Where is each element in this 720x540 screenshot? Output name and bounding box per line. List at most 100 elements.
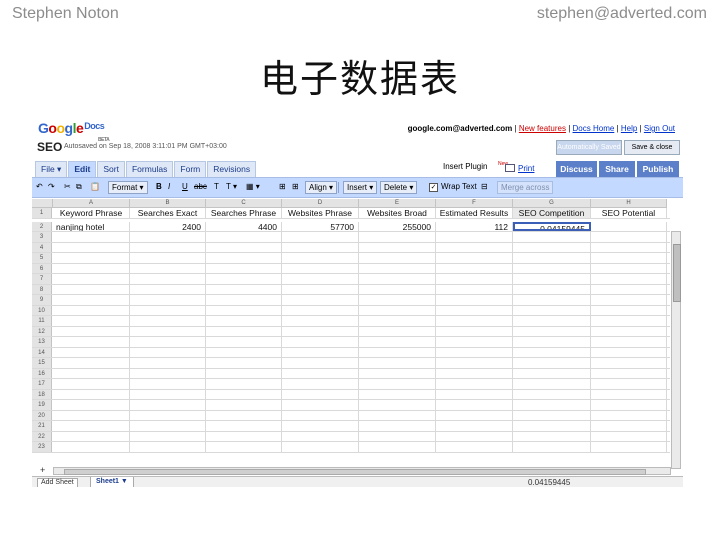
tab-sort[interactable]: Sort bbox=[97, 161, 125, 177]
insert-plugin-link[interactable]: Insert Plugin bbox=[443, 162, 487, 171]
cell-c2[interactable]: 4400 bbox=[206, 221, 282, 231]
cell-e7[interactable] bbox=[359, 274, 436, 284]
cell-g5[interactable] bbox=[513, 253, 591, 263]
cell-b1[interactable]: Searches Exact bbox=[130, 208, 206, 218]
cell-h2[interactable] bbox=[591, 221, 667, 231]
text-color-button[interactable]: T ▾ bbox=[226, 182, 237, 191]
cell-c22[interactable] bbox=[206, 431, 282, 441]
cell-f20[interactable] bbox=[436, 410, 513, 420]
cell-g21[interactable] bbox=[513, 421, 591, 431]
format-dropdown[interactable]: Format ▾ bbox=[108, 181, 148, 194]
row-header[interactable]: 10 bbox=[32, 305, 52, 315]
cell-b19[interactable] bbox=[130, 400, 206, 410]
cell-h11[interactable] bbox=[591, 316, 667, 326]
cell-h20[interactable] bbox=[591, 410, 667, 420]
cell-a4[interactable] bbox=[53, 242, 130, 252]
paste-icon[interactable]: 📋 bbox=[90, 182, 100, 191]
cell-c4[interactable] bbox=[206, 242, 282, 252]
wrap-text-checkbox[interactable]: ✓ bbox=[429, 183, 438, 192]
cell-f10[interactable] bbox=[436, 305, 513, 315]
help-link[interactable]: Help bbox=[621, 124, 637, 133]
cell-d12[interactable] bbox=[282, 326, 359, 336]
cell-g2[interactable]: 0.04159445 bbox=[513, 221, 591, 231]
cell-e23[interactable] bbox=[359, 442, 436, 452]
cell-f12[interactable] bbox=[436, 326, 513, 336]
fill-color-button[interactable]: ▦ ▾ bbox=[246, 182, 260, 191]
sheet-tab[interactable]: Sheet1 ▼ bbox=[90, 477, 134, 487]
cell-f17[interactable] bbox=[436, 379, 513, 389]
cell-e5[interactable] bbox=[359, 253, 436, 263]
cell-d19[interactable] bbox=[282, 400, 359, 410]
column-header-d[interactable]: D bbox=[282, 199, 359, 208]
cell-b15[interactable] bbox=[130, 358, 206, 368]
cell-b12[interactable] bbox=[130, 326, 206, 336]
delete-dropdown[interactable]: Delete ▾ bbox=[380, 181, 418, 194]
cell-c1[interactable]: Searches Phrase bbox=[206, 208, 282, 218]
cell-e22[interactable] bbox=[359, 431, 436, 441]
cell-a6[interactable] bbox=[53, 263, 130, 273]
cell-d3[interactable] bbox=[282, 232, 359, 242]
cell-f15[interactable] bbox=[436, 358, 513, 368]
column-header-e[interactable]: E bbox=[359, 199, 436, 208]
row-header[interactable]: 3 bbox=[32, 232, 52, 242]
cell-f2[interactable]: 112 bbox=[436, 221, 513, 231]
vertical-scroll-thumb[interactable] bbox=[673, 244, 681, 302]
cell-g4[interactable] bbox=[513, 242, 591, 252]
undo-icon[interactable]: ↶ bbox=[36, 182, 43, 191]
cell-b10[interactable] bbox=[130, 305, 206, 315]
row-header[interactable]: 2 bbox=[32, 221, 52, 231]
redo-icon[interactable]: ↷ bbox=[48, 182, 55, 191]
sign-out-link[interactable]: Sign Out bbox=[644, 124, 675, 133]
cell-d2[interactable]: 57700 bbox=[282, 221, 359, 231]
cell-b13[interactable] bbox=[130, 337, 206, 347]
cell-h9[interactable] bbox=[591, 295, 667, 305]
cell-d23[interactable] bbox=[282, 442, 359, 452]
cell-a16[interactable] bbox=[53, 368, 130, 378]
cell-e8[interactable] bbox=[359, 284, 436, 294]
cell-e18[interactable] bbox=[359, 389, 436, 399]
cell-d6[interactable] bbox=[282, 263, 359, 273]
cell-a2[interactable]: nanjing hotel bbox=[53, 221, 130, 231]
row-header[interactable]: 23 bbox=[32, 442, 52, 452]
cell-h21[interactable] bbox=[591, 421, 667, 431]
add-sheet-button[interactable]: Add Sheet bbox=[37, 478, 78, 487]
row-header[interactable]: 14 bbox=[32, 347, 52, 357]
publish-button[interactable]: Publish bbox=[637, 161, 679, 177]
column-header-a[interactable]: A bbox=[53, 199, 130, 208]
strikethrough-button[interactable]: abc bbox=[194, 182, 207, 191]
cell-g9[interactable] bbox=[513, 295, 591, 305]
cell-b9[interactable] bbox=[130, 295, 206, 305]
row-header[interactable]: 21 bbox=[32, 421, 52, 431]
cell-d1[interactable]: Websites Phrase bbox=[282, 208, 359, 218]
tab-formulas[interactable]: Formulas bbox=[125, 161, 174, 177]
cell-h19[interactable] bbox=[591, 400, 667, 410]
cell-c21[interactable] bbox=[206, 421, 282, 431]
italic-button[interactable]: I bbox=[168, 182, 170, 191]
google-docs-logo[interactable]: GoogleDocs BETA bbox=[38, 120, 110, 143]
cell-g22[interactable] bbox=[513, 431, 591, 441]
cell-b21[interactable] bbox=[130, 421, 206, 431]
tab-form[interactable]: Form bbox=[174, 161, 207, 177]
new-features-link[interactable]: New features bbox=[519, 124, 566, 133]
row-header[interactable]: 6 bbox=[32, 263, 52, 273]
cell-e10[interactable] bbox=[359, 305, 436, 315]
row-header[interactable]: 22 bbox=[32, 431, 52, 441]
cell-g8[interactable] bbox=[513, 284, 591, 294]
cell-h18[interactable] bbox=[591, 389, 667, 399]
cell-a20[interactable] bbox=[53, 410, 130, 420]
copy-icon[interactable]: ⧉ bbox=[76, 182, 82, 192]
cell-a21[interactable] bbox=[53, 421, 130, 431]
cell-g11[interactable] bbox=[513, 316, 591, 326]
cell-h13[interactable] bbox=[591, 337, 667, 347]
cell-c5[interactable] bbox=[206, 253, 282, 263]
docs-home-link[interactable]: Docs Home bbox=[573, 124, 615, 133]
row-header[interactable]: 16 bbox=[32, 368, 52, 378]
cell-d15[interactable] bbox=[282, 358, 359, 368]
cell-e11[interactable] bbox=[359, 316, 436, 326]
cell-a19[interactable] bbox=[53, 400, 130, 410]
row-header[interactable]: 20 bbox=[32, 410, 52, 420]
share-button[interactable]: Share bbox=[599, 161, 635, 177]
cell-e16[interactable] bbox=[359, 368, 436, 378]
cell-e12[interactable] bbox=[359, 326, 436, 336]
cell-e19[interactable] bbox=[359, 400, 436, 410]
